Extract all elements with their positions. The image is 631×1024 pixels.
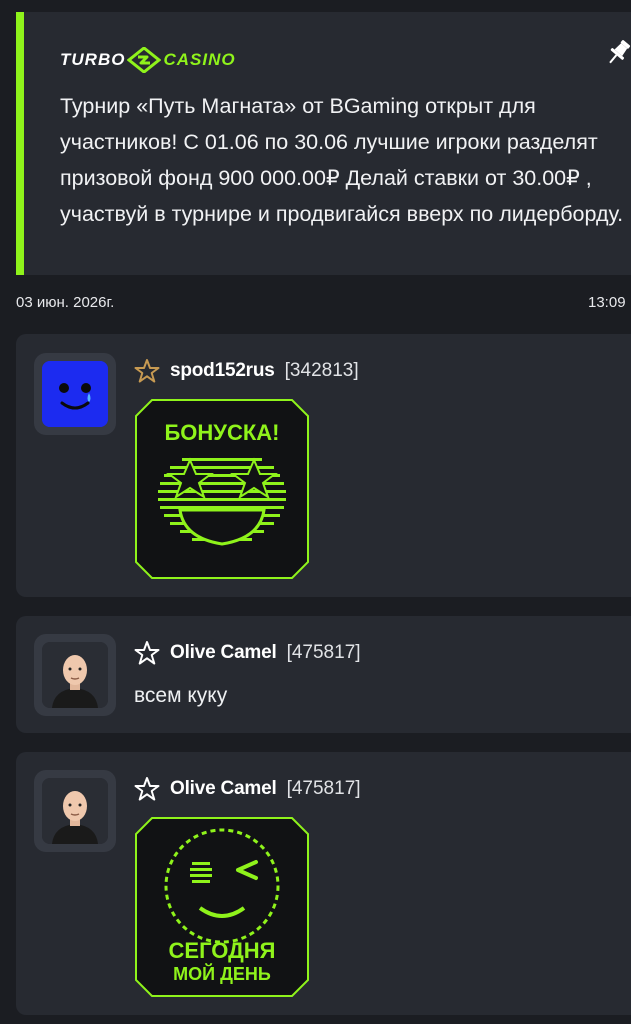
announcement-text: Турнир «Путь Магната» от BGaming открыт … xyxy=(60,94,624,226)
user-id: [475817] xyxy=(286,778,361,799)
logo-word-right: CASINO xyxy=(163,50,236,69)
pinned-announcement: TURBO CASINO Турнир «Путь Магната» от BG… xyxy=(16,12,631,275)
message-time: 13:09 xyxy=(588,294,626,311)
message-header: Olive Camel [475817] xyxy=(134,772,361,806)
chat-message: Olive Camel [475817] всем куку xyxy=(16,616,631,733)
username[interactable]: Olive Camel xyxy=(170,778,277,800)
logo-word-left: TURBO xyxy=(60,50,126,69)
message-date: 03 июн. 2026г. xyxy=(16,294,115,311)
bald-man-avatar-image xyxy=(42,778,108,844)
message-header: Olive Camel [475817] xyxy=(134,636,361,670)
user-id: [342813] xyxy=(284,360,359,381)
bonuska-sticker[interactable]: БОНУСКА! xyxy=(134,398,310,580)
user-id: [475817] xyxy=(286,642,361,663)
star-icon[interactable] xyxy=(134,640,160,666)
bald-man-avatar-image xyxy=(42,642,108,708)
turbo-casino-logo: TURBO CASINO xyxy=(60,46,236,74)
username[interactable]: spod152rus xyxy=(170,360,275,382)
star-icon[interactable] xyxy=(134,358,160,384)
username[interactable]: Olive Camel xyxy=(170,642,277,664)
avatar[interactable] xyxy=(34,634,116,716)
pin-icon[interactable] xyxy=(605,38,631,68)
logo-emblem-icon xyxy=(127,47,162,73)
chat-message: Olive Camel [475817] СЕГОДНЯ МОЙ ДЕНЬ xyxy=(16,752,631,1015)
sticker-caption-line2: МОЙ ДЕНЬ xyxy=(173,963,271,984)
message-header: spod152rus [342813] xyxy=(134,354,359,388)
avatar[interactable] xyxy=(34,353,116,435)
sticker-caption-line1: СЕГОДНЯ xyxy=(169,938,276,963)
announcement-accent-bar xyxy=(16,12,24,275)
avatar[interactable] xyxy=(34,770,116,852)
sticker-caption: БОНУСКА! xyxy=(164,420,279,445)
chat-message: spod152rus [342813] БОНУСКА! xyxy=(16,334,631,597)
blue-face-avatar-image xyxy=(42,361,108,427)
star-icon[interactable] xyxy=(134,776,160,802)
my-day-sticker[interactable]: СЕГОДНЯ МОЙ ДЕНЬ xyxy=(134,816,310,998)
message-text: всем куку xyxy=(134,684,228,707)
